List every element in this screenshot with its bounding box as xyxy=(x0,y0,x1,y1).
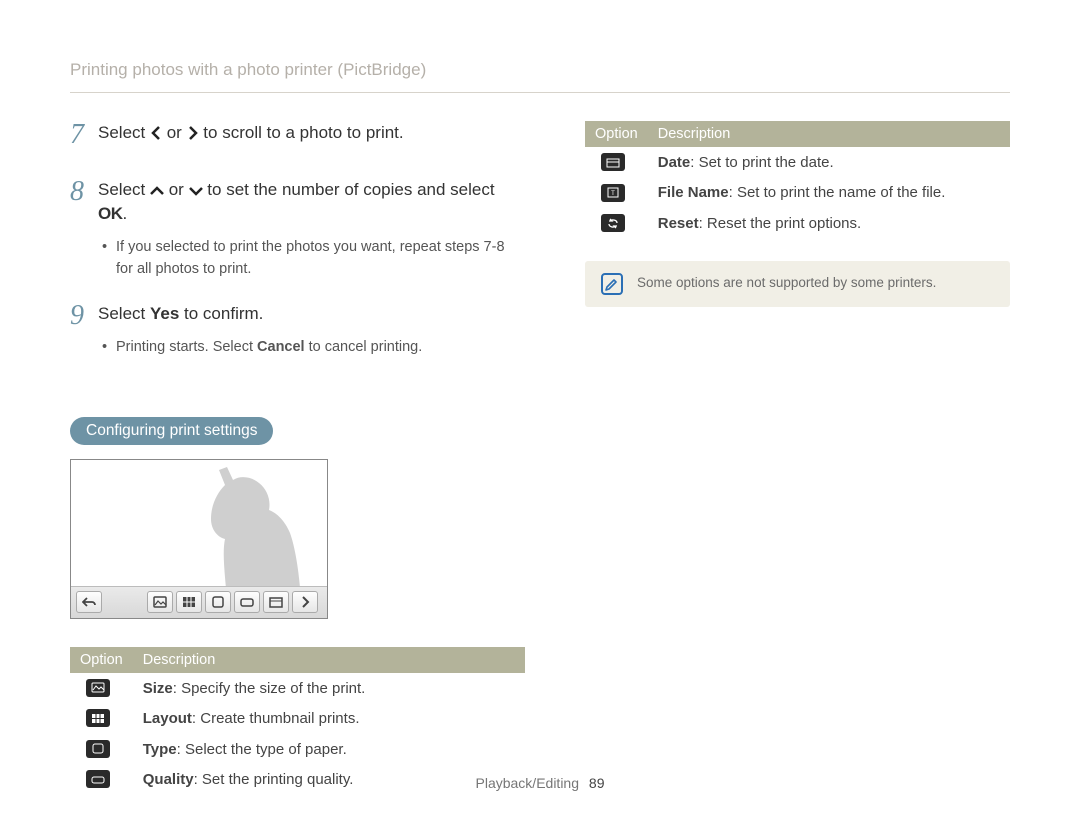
step-number: 7 xyxy=(70,121,98,156)
note-box: Some options are not supported by some p… xyxy=(585,261,1010,307)
th-option: Option xyxy=(70,647,133,673)
table-row: T File Name: Set to print the name of th… xyxy=(585,178,1010,209)
step-8-note: If you selected to print the photos you … xyxy=(102,237,525,281)
text: Select xyxy=(98,304,150,323)
th-description: Description xyxy=(133,647,525,673)
paper-icon xyxy=(211,596,225,608)
size-button[interactable] xyxy=(147,591,173,613)
table-row: Date: Set to print the date. xyxy=(585,147,1010,178)
quality-button[interactable] xyxy=(234,591,260,613)
back-button[interactable] xyxy=(76,591,102,613)
page-number: 89 xyxy=(589,775,605,791)
table-row: Size: Specify the size of the print. xyxy=(70,673,525,704)
text: to scroll to a photo to print. xyxy=(203,123,403,142)
layout-icon xyxy=(86,709,110,727)
left-column: 7 Select or to scroll to a photo to prin… xyxy=(70,121,525,795)
table-row: Layout: Create thumbnail prints. xyxy=(70,703,525,734)
svg-text:T: T xyxy=(612,191,616,197)
right-column: Option Description Date: Set to print th… xyxy=(585,121,1010,795)
chevron-down-icon xyxy=(189,185,203,197)
text: to confirm. xyxy=(184,304,263,323)
camera-screenshot xyxy=(70,459,328,619)
step-number: 9 xyxy=(70,302,98,358)
text: or xyxy=(169,180,189,199)
options-table-left: Option Description Size: Specify the siz… xyxy=(70,647,525,795)
step-9-note: Printing starts. Select Cancel to cancel… xyxy=(102,337,525,359)
reset-icon xyxy=(601,214,625,232)
quality-icon xyxy=(240,596,254,608)
text: to set the number of copies and select xyxy=(207,180,494,199)
step-9: 9 Select Yes to confirm. Printing starts… xyxy=(70,302,525,358)
step-number: 8 xyxy=(70,178,98,281)
th-description: Description xyxy=(648,121,1010,147)
chevron-up-icon xyxy=(150,185,164,197)
table-row: Reset: Reset the print options. xyxy=(585,208,1010,239)
text: . xyxy=(123,204,128,223)
chevron-left-icon xyxy=(150,126,162,140)
table-row: Type: Select the type of paper. xyxy=(70,734,525,765)
options-table-right: Option Description Date: Set to print th… xyxy=(585,121,1010,239)
image-icon xyxy=(153,596,167,608)
note-icon xyxy=(601,273,623,295)
type-button[interactable] xyxy=(205,591,231,613)
th-option: Option xyxy=(585,121,648,147)
chevron-right-icon xyxy=(300,596,310,608)
undo-icon xyxy=(82,596,96,608)
step-7: 7 Select or to scroll to a photo to prin… xyxy=(70,121,525,156)
step-8: 8 Select or to set the number of copies … xyxy=(70,178,525,281)
ok-icon: OK xyxy=(98,204,123,223)
child-silhouette xyxy=(167,465,317,605)
chevron-right-icon xyxy=(187,126,199,140)
footer-section: Playback/Editing xyxy=(476,775,580,791)
text-bold: Yes xyxy=(150,304,179,323)
screenshot-toolbar xyxy=(71,586,327,618)
text: Select xyxy=(98,180,150,199)
type-icon xyxy=(86,740,110,758)
grid-icon xyxy=(182,596,196,608)
content-columns: 7 Select or to scroll to a photo to prin… xyxy=(70,121,1010,795)
text: or xyxy=(167,123,187,142)
date-icon xyxy=(601,153,625,171)
layout-button[interactable] xyxy=(176,591,202,613)
note-text: Some options are not supported by some p… xyxy=(637,273,936,290)
page-footer: Playback/Editing 89 xyxy=(0,775,1080,791)
filename-icon: T xyxy=(601,184,625,202)
text: Select xyxy=(98,123,150,142)
breadcrumb: Printing photos with a photo printer (Pi… xyxy=(70,60,1010,80)
calendar-icon xyxy=(269,596,283,608)
divider xyxy=(70,92,1010,93)
date-button[interactable] xyxy=(263,591,289,613)
size-icon xyxy=(86,679,110,697)
section-heading-pill: Configuring print settings xyxy=(70,417,273,445)
next-button[interactable] xyxy=(292,591,318,613)
